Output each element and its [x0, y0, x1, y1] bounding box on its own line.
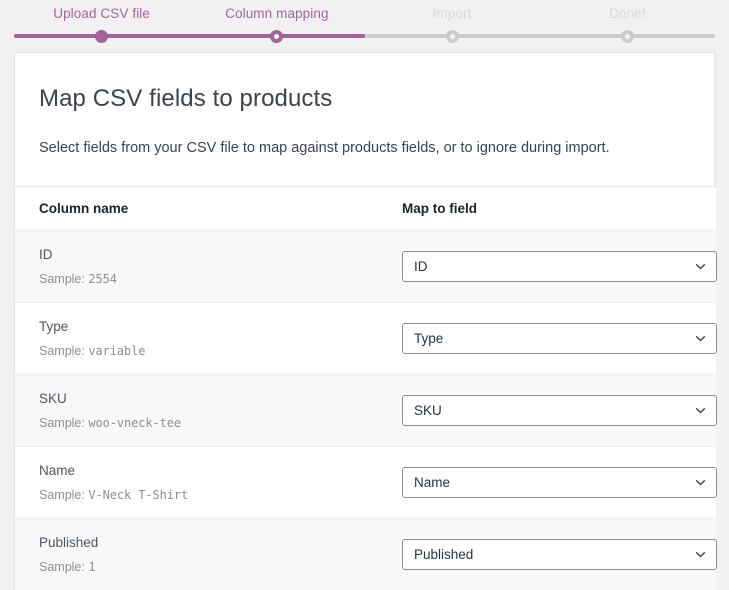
- map-to-field-cell: Name: [378, 446, 716, 518]
- map-field-select-wrapper[interactable]: ID: [402, 251, 717, 282]
- stepper-dot-done[interactable]: [621, 30, 634, 43]
- csv-column-name: SKU: [39, 389, 354, 409]
- header-map-to-field: Map to field: [378, 186, 716, 230]
- sample-value: 1: [88, 560, 95, 574]
- stepper-label-done: Done!: [540, 5, 715, 23]
- csv-column-sample: Sample: 1: [39, 558, 354, 576]
- csv-column-sample: Sample: variable: [39, 342, 354, 360]
- page-subtitle: Select fields from your CSV file to map …: [39, 138, 690, 160]
- column-name-cell: ID Sample: 2554: [15, 230, 378, 302]
- sample-prefix-label: Sample:: [39, 560, 88, 574]
- table-row-id: ID Sample: 2554 ID: [15, 230, 716, 302]
- csv-column-sample: Sample: V-Neck T-Shirt: [39, 486, 354, 504]
- stepper-track: [14, 34, 715, 38]
- stepper-labels: Upload CSV file Column mapping Import Do…: [14, 5, 715, 23]
- table-row-name: Name Sample: V-Neck T-Shirt Name: [15, 446, 716, 518]
- column-name-cell: Name Sample: V-Neck T-Shirt: [15, 446, 378, 518]
- stepper-track-fill: [14, 34, 365, 38]
- stepper-label-column-mapping: Column mapping: [189, 5, 364, 23]
- map-field-select[interactable]: Type: [402, 323, 717, 354]
- map-field-select-wrapper[interactable]: Name: [402, 467, 717, 498]
- sample-prefix-label: Sample:: [39, 272, 88, 286]
- map-field-select-wrapper[interactable]: Type: [402, 323, 717, 354]
- header-column-name: Column name: [15, 186, 378, 230]
- csv-column-sample: Sample: woo-vneck-tee: [39, 414, 354, 432]
- table-row-type: Type Sample: variable Type: [15, 302, 716, 374]
- csv-column-sample: Sample: 2554: [39, 270, 354, 288]
- table-row-published: Published Sample: 1 Published: [15, 518, 716, 590]
- sample-prefix-label: Sample:: [39, 344, 88, 358]
- table-header-row: Column name Map to field: [15, 186, 716, 230]
- stepper-label-upload-csv-file: Upload CSV file: [14, 5, 189, 23]
- sample-value: variable: [88, 344, 145, 358]
- column-mapping-table: Column name Map to field ID Sample: 2554…: [15, 186, 716, 590]
- sample-prefix-label: Sample:: [39, 488, 88, 502]
- column-name-cell: Published Sample: 1: [15, 518, 378, 590]
- map-field-select[interactable]: SKU: [402, 395, 717, 426]
- stepper-dot-column-mapping[interactable]: [270, 30, 283, 43]
- table-body: ID Sample: 2554 ID Type Sample: varia: [15, 230, 716, 590]
- sample-value: V-Neck T-Shirt: [88, 488, 188, 502]
- column-name-cell: Type Sample: variable: [15, 302, 378, 374]
- stepper-dot-upload-csv-file[interactable]: [95, 30, 108, 43]
- sample-prefix-label: Sample:: [39, 416, 88, 430]
- csv-column-name: ID: [39, 245, 354, 265]
- map-field-select-wrapper[interactable]: SKU: [402, 395, 717, 426]
- column-mapping-card: Map CSV fields to products Select fields…: [14, 52, 715, 590]
- csv-column-name: Published: [39, 533, 354, 553]
- sample-value: 2554: [88, 272, 117, 286]
- card-header: Map CSV fields to products Select fields…: [15, 53, 714, 186]
- map-to-field-cell: Published: [378, 518, 716, 590]
- map-to-field-cell: Type: [378, 302, 716, 374]
- table-header: Column name Map to field: [15, 186, 716, 230]
- table-row-sku: SKU Sample: woo-vneck-tee SKU: [15, 374, 716, 446]
- map-to-field-cell: ID: [378, 230, 716, 302]
- page-title: Map CSV fields to products: [39, 83, 690, 114]
- import-progress-stepper: Upload CSV file Column mapping Import Do…: [0, 0, 729, 50]
- map-field-select[interactable]: Name: [402, 467, 717, 498]
- column-name-cell: SKU Sample: woo-vneck-tee: [15, 374, 378, 446]
- csv-column-name: Name: [39, 461, 354, 481]
- sample-value: woo-vneck-tee: [88, 416, 181, 430]
- map-field-select[interactable]: Published: [402, 539, 717, 570]
- stepper-label-import: Import: [365, 5, 540, 23]
- stepper-dot-import[interactable]: [446, 30, 459, 43]
- map-field-select-wrapper[interactable]: Published: [402, 539, 717, 570]
- map-field-select[interactable]: ID: [402, 251, 717, 282]
- csv-column-name: Type: [39, 317, 354, 337]
- map-to-field-cell: SKU: [378, 374, 716, 446]
